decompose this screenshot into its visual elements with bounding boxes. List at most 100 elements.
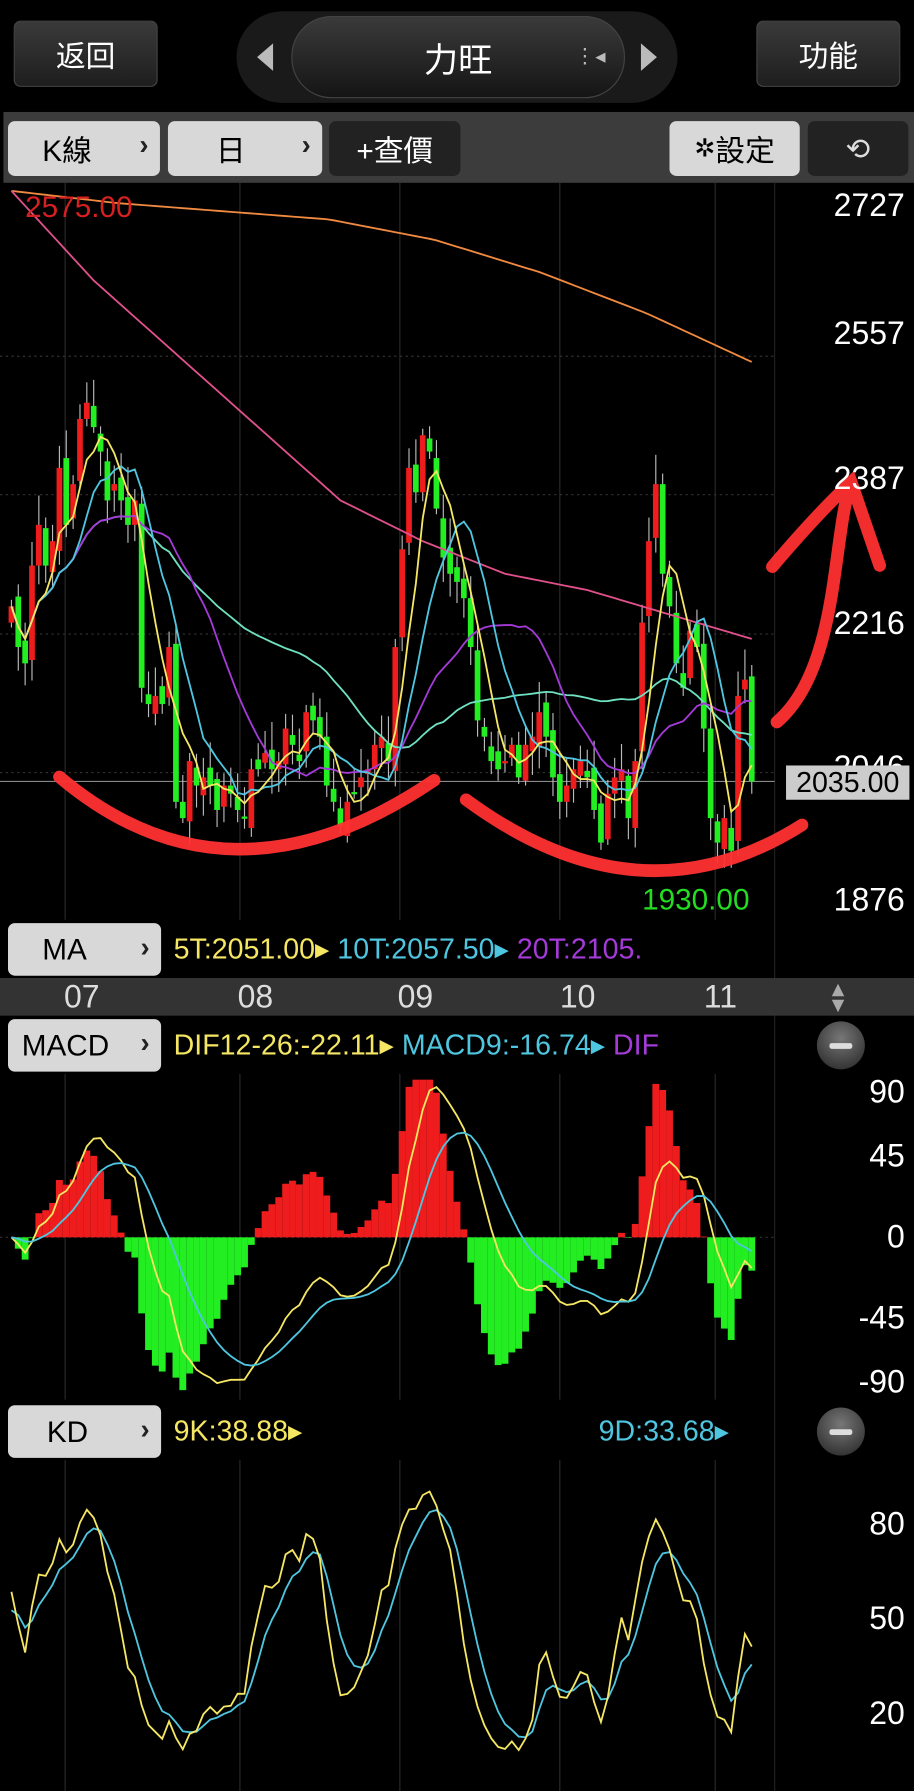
macd-histogram-bar [624, 1237, 632, 1238]
macd-histogram-bar [323, 1195, 331, 1238]
macd-histogram-bar [467, 1237, 475, 1263]
candle-body [413, 464, 419, 493]
candle-body [241, 816, 248, 819]
date-tick: 09 [397, 979, 434, 1015]
k-legend: 9K:38.88▸ [173, 1415, 303, 1448]
macd-histogram-bar [261, 1211, 269, 1238]
macd-histogram-bar [542, 1237, 550, 1281]
macd-tick: 45 [869, 1137, 905, 1174]
macd-histogram-bar [90, 1155, 98, 1238]
macd-histogram-bar [501, 1237, 509, 1364]
macd-histogram-bar [289, 1180, 296, 1238]
macd-histogram-bar [707, 1237, 715, 1284]
macd-histogram-bar [220, 1237, 228, 1300]
macd-histogram-bar [652, 1083, 660, 1238]
kd-tick: 20 [869, 1695, 905, 1731]
candle-body [426, 438, 433, 452]
macd-histogram-bar [385, 1203, 392, 1238]
macd-histogram-bar [199, 1237, 207, 1345]
kd-tick: 80 [869, 1505, 905, 1542]
macd-indicator-button[interactable]: MACD › [7, 1019, 162, 1072]
macd-histogram-bar [254, 1228, 262, 1238]
macd-histogram-bar [103, 1199, 111, 1238]
candle-body [145, 694, 152, 705]
candle-body [700, 643, 707, 729]
ma10-value: 10T:2057.50 [337, 933, 495, 966]
candle-body [83, 402, 90, 419]
candle-body [77, 418, 83, 481]
candle-body [104, 461, 111, 501]
ma-label: MA [42, 931, 87, 966]
kd-indicator-button[interactable]: KD › [7, 1405, 162, 1458]
macd-histogram-bar [337, 1230, 344, 1238]
date-tick: 08 [237, 979, 274, 1015]
candle-body [735, 695, 741, 841]
macd-histogram-bar [350, 1232, 358, 1238]
price-tick: 2557 [833, 315, 905, 351]
candle-body [591, 767, 597, 810]
candle-body [522, 744, 529, 781]
macd-histogram-bar [316, 1176, 324, 1238]
macd-histogram-bar [659, 1089, 667, 1238]
ma20-value: 20T:2105. [516, 933, 643, 966]
chart-canvas[interactable] [0, 0, 914, 1791]
candle-body [728, 827, 735, 851]
macd-histogram-bar [700, 1236, 708, 1238]
price-tick: 1876 [833, 882, 905, 918]
collapse-macd-button[interactable] [816, 1021, 865, 1070]
date-tick: 10 [559, 979, 596, 1015]
candle-body [495, 751, 501, 770]
candle-body [721, 818, 728, 850]
ma-indicator-button[interactable]: MA › [7, 923, 162, 976]
macd-histogram-bar [131, 1237, 139, 1258]
candle-body [406, 467, 412, 543]
candle-body [90, 405, 97, 428]
candle-body [56, 467, 63, 551]
macd-histogram-bar [720, 1237, 728, 1329]
candle-body [330, 788, 337, 802]
macd-histogram-bar [282, 1183, 290, 1238]
candle-body [399, 549, 406, 638]
candle-body [152, 695, 159, 714]
resize-handle-icon[interactable]: ▴ ▾ [832, 975, 845, 1016]
left-bowl-stroke [53, 770, 441, 856]
macd-tick: -45 [858, 1300, 905, 1336]
macd-tick: 0 [887, 1219, 905, 1255]
macd-histogram-bar [371, 1209, 379, 1238]
candle-body [351, 792, 358, 795]
chevron-right-icon: › [140, 932, 150, 964]
macd-histogram-bar [604, 1237, 612, 1259]
collapse-kd-button[interactable] [816, 1407, 865, 1456]
macd-histogram-bar [556, 1237, 564, 1288]
macd-value: MACD9:-16.74 [401, 1029, 591, 1062]
macd-histogram-bar [69, 1179, 77, 1238]
macd-histogram-bar [247, 1237, 255, 1245]
macd-histogram-bar [618, 1232, 625, 1238]
candle-body [646, 541, 652, 617]
macd-histogram-bar [138, 1237, 146, 1314]
candle-body [598, 803, 604, 843]
macd-histogram-bar [590, 1237, 598, 1260]
macd-histogram-bar [364, 1220, 372, 1238]
candle-body [440, 518, 447, 558]
chevron-right-icon: › [140, 1414, 150, 1446]
candle-body [186, 761, 193, 822]
candle-body [35, 524, 42, 566]
candle-body [481, 726, 488, 737]
candle-body [659, 484, 666, 574]
ma5-value: 5T:2051.00 [173, 933, 316, 966]
macd-histogram-bar [117, 1232, 125, 1238]
macd-histogram-bar [570, 1237, 577, 1273]
macd-histogram-bar [693, 1202, 701, 1238]
ma-long1-line [10, 190, 753, 640]
macd-histogram-bar [158, 1237, 166, 1372]
candle-body [111, 484, 118, 491]
macd-legend: DIF12-26:-22.11▸ MACD9:-16.74▸ DIF [173, 1029, 660, 1062]
macd-histogram-bar [268, 1204, 276, 1238]
candle-body [714, 821, 721, 843]
candle-body [296, 754, 303, 762]
macd-histogram-bar [110, 1215, 118, 1238]
macd-histogram-bar [124, 1237, 132, 1252]
candle-body [584, 770, 591, 778]
macd-histogram-bar [343, 1233, 351, 1238]
